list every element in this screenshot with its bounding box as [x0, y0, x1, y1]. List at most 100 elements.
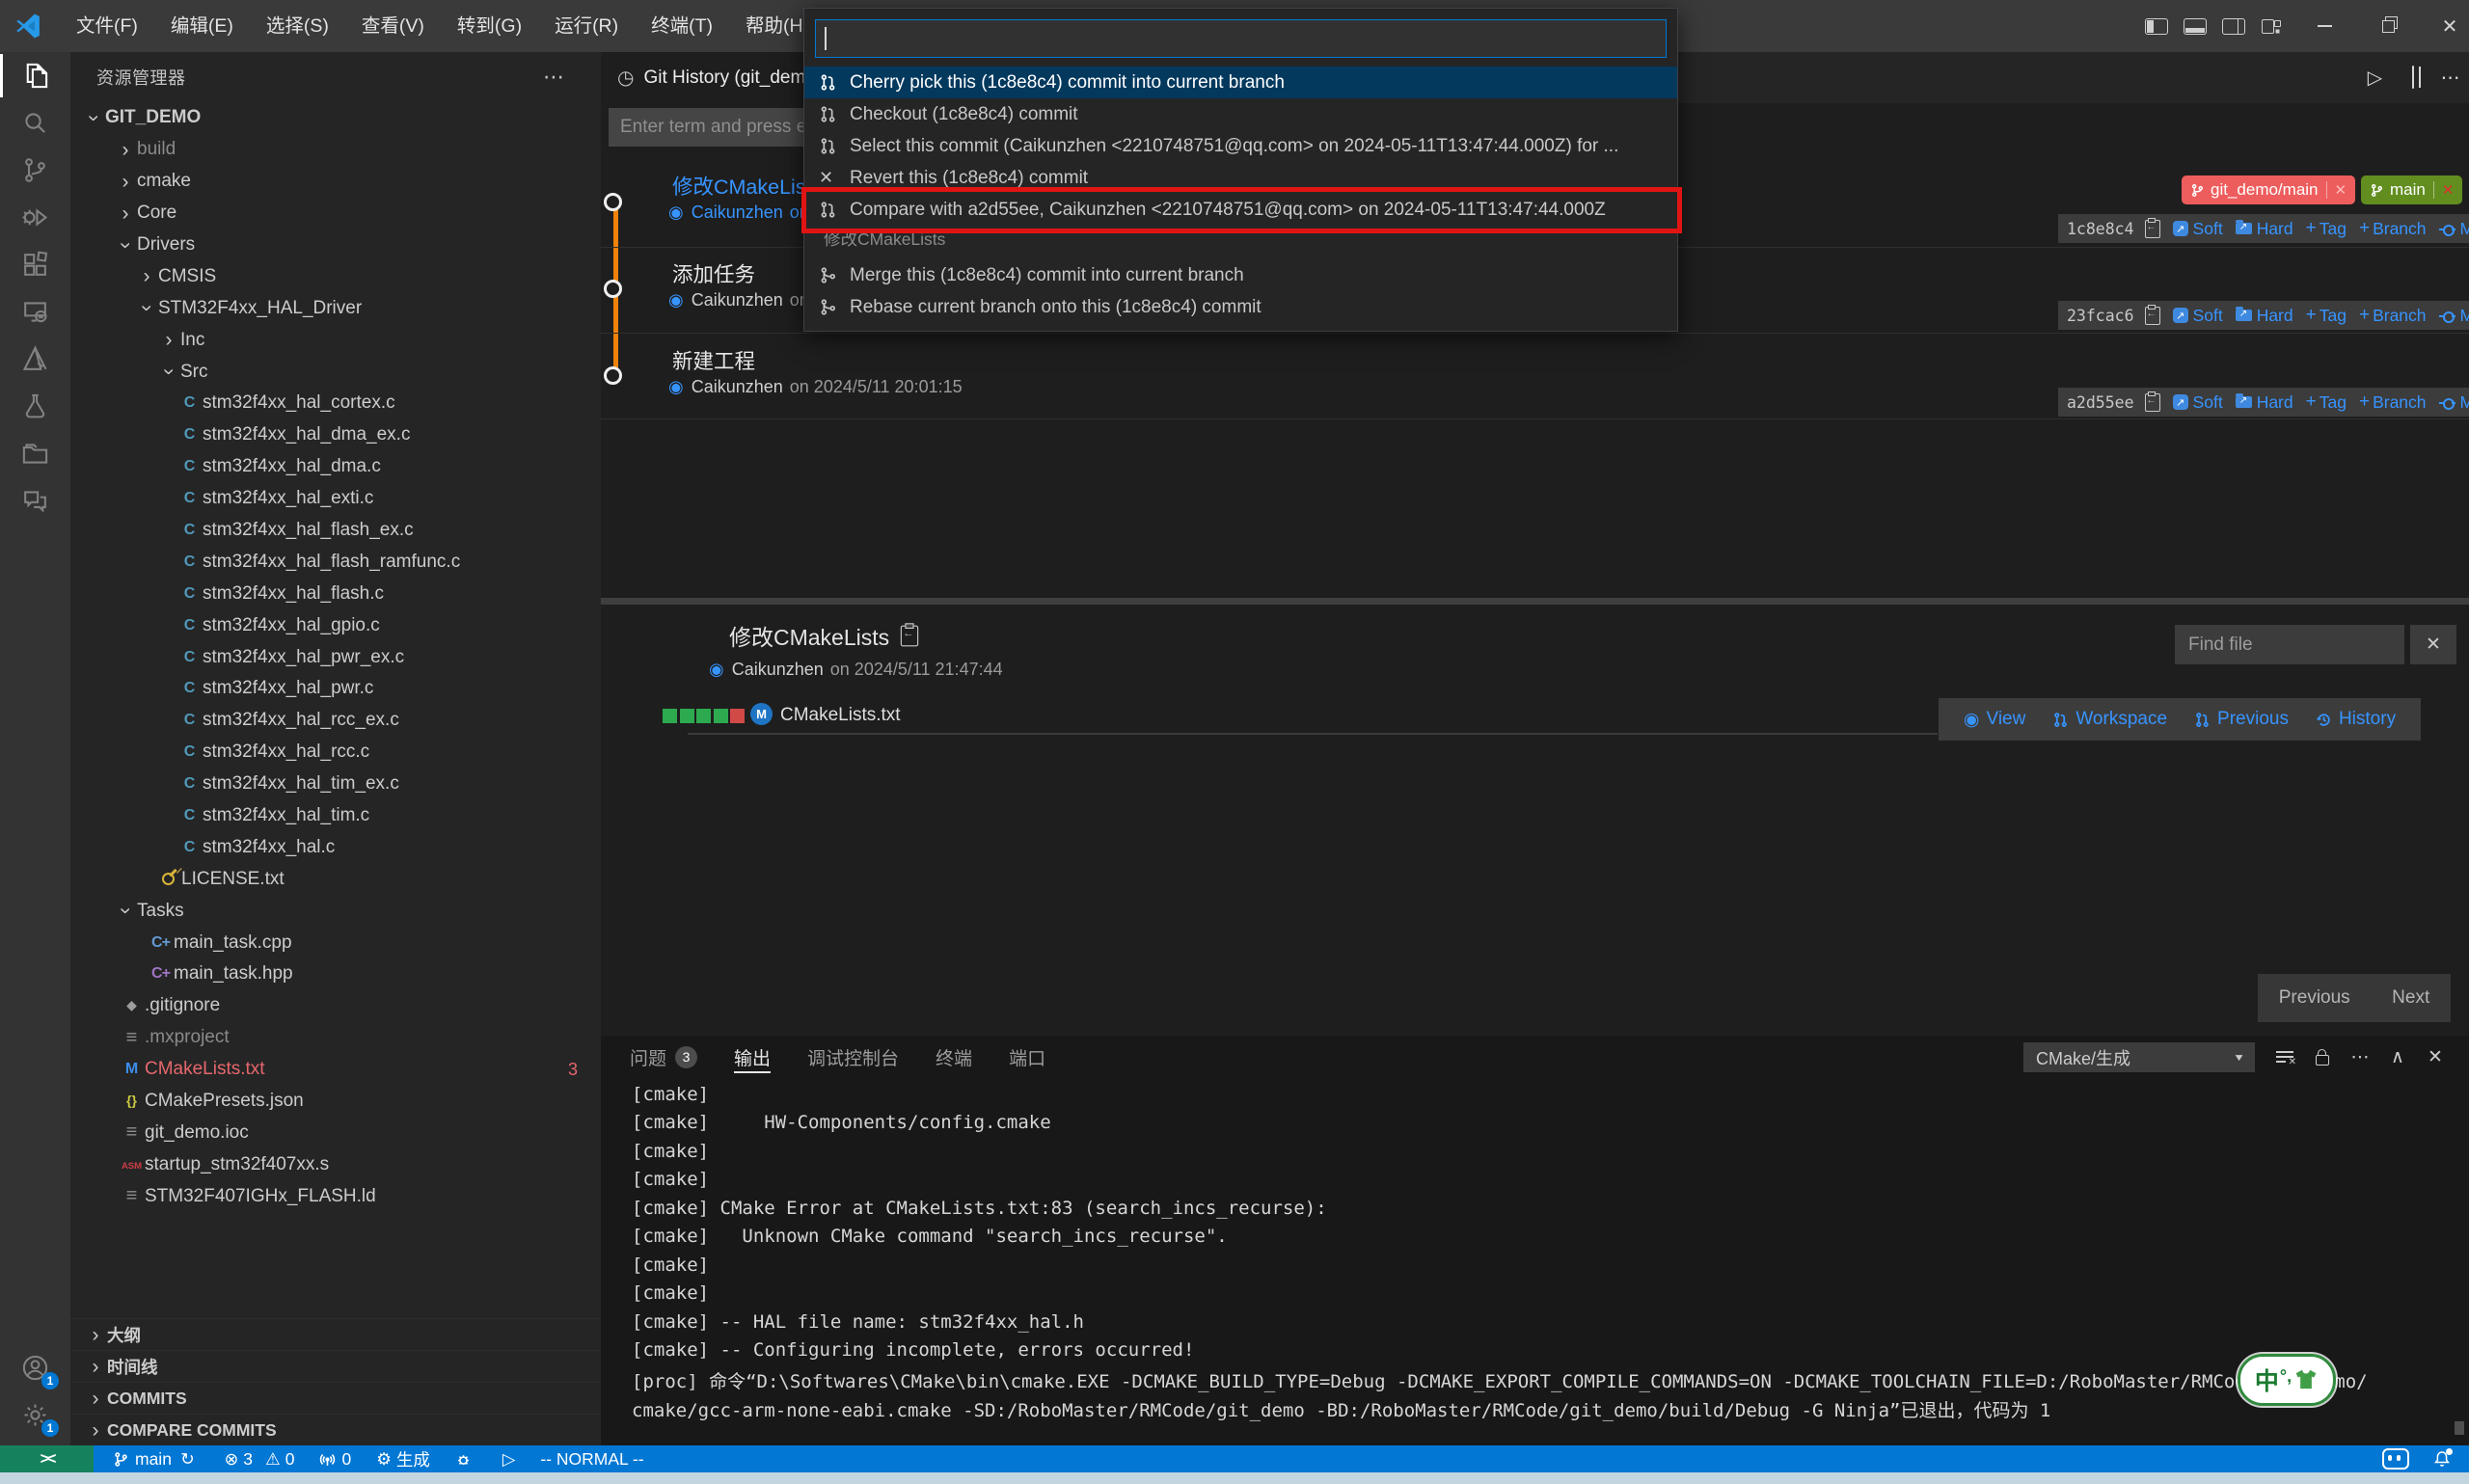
local-branch-badge[interactable]: main ✕ [2361, 175, 2462, 204]
view-button[interactable]: ◉View [1964, 709, 2025, 731]
remote-branch-badge[interactable]: git_demo/main ✕ [2182, 175, 2355, 204]
toggle-secondary-sidebar-icon[interactable] [2214, 0, 2253, 52]
copy-hash-icon[interactable] [2145, 393, 2160, 412]
menu-go[interactable]: 转到(G) [441, 0, 538, 52]
split-editor-icon[interactable] [2394, 67, 2431, 89]
tab-problems[interactable]: 问题3 [630, 1036, 697, 1078]
tree-item[interactable]: stm32f4xx_hal_gpio.c [70, 609, 601, 641]
restore-button[interactable] [2369, 0, 2407, 52]
remote-indicator[interactable]: >< [0, 1445, 94, 1472]
search-icon[interactable] [0, 99, 70, 147]
more-button[interactable]: More [2439, 219, 2469, 239]
extensions-icon[interactable] [0, 241, 70, 288]
find-file-input[interactable]: Find file [2175, 625, 2404, 664]
next-page-button[interactable]: Next [2392, 987, 2429, 1009]
reset-soft-button[interactable]: ↗Soft [2173, 306, 2223, 326]
tab-terminal[interactable]: 终端 [936, 1036, 972, 1078]
copy-hash-icon[interactable] [2145, 307, 2160, 325]
tree-item[interactable]: stm32f4xx_hal_rcc.c [70, 737, 601, 769]
settings-gear-icon[interactable]: 1 [0, 1391, 70, 1439]
changed-file-name[interactable]: CMakeLists.txt [780, 705, 901, 726]
more-actions-icon[interactable]: ⋯ [543, 65, 564, 90]
add-branch-button[interactable]: +Branch [2359, 305, 2427, 326]
menu-file[interactable]: 文件(F) [60, 0, 154, 52]
split-sash[interactable] [601, 598, 2469, 605]
copy-hash-icon[interactable] [2145, 220, 2160, 238]
account-icon[interactable]: 1 [0, 1344, 70, 1391]
comments-icon[interactable] [0, 477, 70, 525]
toggle-sidebar-icon[interactable] [2137, 0, 2176, 52]
tree-item[interactable]: cmake [70, 166, 601, 198]
tree-item[interactable]: stm32f4xx_hal_exti.c [70, 483, 601, 515]
problems-indicator[interactable]: ⊗3 ⚠0 [225, 1449, 295, 1470]
commit-title[interactable]: 修改CMakeLists [672, 171, 822, 201]
tree-item[interactable]: stm32f4xx_hal_dma.c [70, 451, 601, 483]
ime-widget[interactable]: 中 °, [2238, 1354, 2336, 1406]
feedback-indicator[interactable]: 0 [319, 1449, 351, 1470]
menu-view[interactable]: 查看(V) [345, 0, 441, 52]
commit-title[interactable]: 添加任务 [672, 258, 755, 288]
tree-item[interactable]: git_demo.ioc [70, 1118, 601, 1149]
tree-item[interactable]: .gitignore [70, 990, 601, 1022]
tree-item[interactable]: stm32f4xx_hal_cortex.c [70, 388, 601, 419]
clear-output-icon[interactable] [2272, 1043, 2297, 1070]
previous-button[interactable]: Previous [2194, 709, 2289, 730]
quickpick-item-rebase[interactable]: Rebase current branch onto this (1c8e8c4… [804, 291, 1677, 323]
quickpick-item-merge[interactable]: Merge this (1c8e8c4) commit into current… [804, 259, 1677, 291]
tree-item[interactable]: Core [70, 198, 601, 229]
remove-badge-icon[interactable]: ✕ [2442, 181, 2455, 199]
toggle-panel-icon[interactable] [2176, 0, 2214, 52]
run-debug-icon[interactable] [0, 194, 70, 241]
cmake-build-button[interactable]: ⚙生成 [376, 1447, 430, 1471]
previous-page-button[interactable]: Previous [2279, 987, 2350, 1009]
close-panel-icon[interactable]: ✕ [2423, 1043, 2448, 1070]
tree-item[interactable]: startup_stm32f407xx.s [70, 1148, 601, 1180]
tree-item[interactable]: CMSIS [70, 260, 601, 292]
tree-item[interactable]: build [70, 134, 601, 166]
add-branch-button[interactable]: +Branch [2359, 391, 2427, 413]
testing-icon[interactable] [0, 383, 70, 430]
explorer-icon[interactable] [0, 52, 70, 99]
section-compare-commits[interactable]: COMPARE COMMITS [70, 1414, 601, 1446]
lock-scroll-icon[interactable] [2310, 1043, 2335, 1070]
tree-item[interactable]: GIT_DEMO [70, 102, 601, 134]
quickpick-item-select-commit[interactable]: Select this commit (Caikunzhen <22107487… [804, 130, 1677, 162]
quickpick-item-checkout[interactable]: Checkout (1c8e8c4) commit [804, 98, 1677, 130]
commit-title[interactable]: 新建工程 [672, 345, 755, 375]
reset-hard-button[interactable]: Hard [2236, 219, 2293, 239]
tree-item[interactable]: stm32f4xx_hal_pwr_ex.c [70, 641, 601, 673]
cmake-icon[interactable] [0, 336, 70, 383]
copilot-icon[interactable] [2382, 1448, 2409, 1470]
tab-ports[interactable]: 端口 [1009, 1036, 1045, 1078]
add-tag-button[interactable]: +Tag [2306, 391, 2347, 413]
tree-item[interactable]: Drivers [70, 229, 601, 261]
output-channel-select[interactable]: CMake/生成 ▼ [2023, 1042, 2255, 1072]
quickpick-item-cherry-pick[interactable]: Cherry pick this (1c8e8c4) commit into c… [804, 67, 1677, 98]
tree-item[interactable]: stm32f4xx_hal.c [70, 831, 601, 863]
tree-item[interactable]: STM32F407IGHx_FLASH.ld [70, 1180, 601, 1212]
tree-item[interactable]: stm32f4xx_hal_tim.c [70, 800, 601, 832]
tree-item[interactable]: stm32f4xx_hal_pwr.c [70, 673, 601, 705]
more-button[interactable]: More [2439, 392, 2469, 413]
history-button[interactable]: History [2316, 709, 2396, 730]
panel-more-actions-icon[interactable]: ⋯ [2347, 1043, 2373, 1070]
close-detail-icon[interactable]: ✕ [2410, 625, 2456, 664]
menu-selection[interactable]: 选择(S) [250, 0, 345, 52]
tree-item[interactable]: stm32f4xx_hal_dma_ex.c [70, 419, 601, 451]
menu-run[interactable]: 运行(R) [538, 0, 635, 52]
tree-item[interactable]: CMakePresets.json [70, 1086, 601, 1118]
source-control-icon[interactable] [0, 147, 70, 194]
tree-item[interactable]: STM32F4xx_HAL_Driver [70, 292, 601, 324]
remove-badge-icon[interactable]: ✕ [2335, 181, 2347, 199]
tree-item[interactable]: CMakeLists.txt3 [70, 1054, 601, 1086]
tree-item[interactable]: .mxproject [70, 1022, 601, 1054]
tree-item[interactable]: stm32f4xx_hal_flash_ex.c [70, 515, 601, 547]
quickpick-input[interactable] [815, 19, 1667, 58]
tab-output[interactable]: 输出 [734, 1036, 771, 1078]
menu-terminal[interactable]: 终端(T) [635, 0, 729, 52]
add-branch-button[interactable]: +Branch [2359, 218, 2427, 239]
reset-soft-button[interactable]: ↗Soft [2173, 392, 2223, 413]
project-manager-icon[interactable] [0, 430, 70, 477]
more-button[interactable]: More [2439, 306, 2469, 326]
maximize-panel-icon[interactable]: ∧ [2385, 1043, 2410, 1070]
